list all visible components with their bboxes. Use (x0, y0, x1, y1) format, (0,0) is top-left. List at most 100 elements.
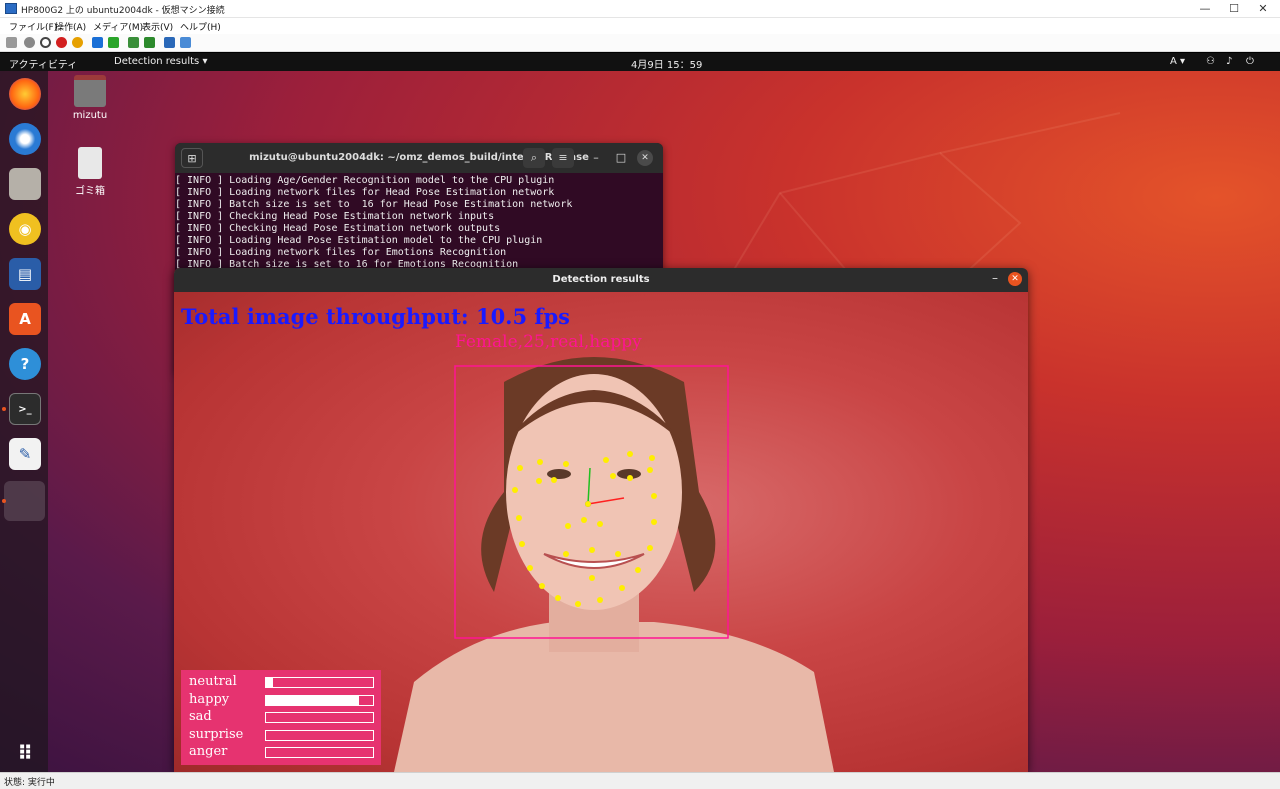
input-method-menu[interactable]: A ▾ (1170, 56, 1185, 67)
text-editor-icon[interactable]: ✎ (9, 438, 41, 470)
start-icon[interactable] (24, 37, 35, 48)
ctrl-alt-del-icon[interactable] (6, 37, 17, 48)
terminal-icon[interactable]: >_ (9, 393, 41, 425)
head-pose-x-axis (587, 497, 625, 505)
host-window-title: HP800G2 上の ubuntu2004dk - 仮想マシン接続 (21, 6, 225, 16)
terminal-line: [ INFO ] Loading network files for Emoti… (175, 247, 507, 258)
face-attributes-label: Female,25,real,happy (455, 332, 642, 352)
emotion-bar (265, 712, 374, 723)
save-icon[interactable] (72, 37, 83, 48)
emotion-bar (265, 730, 374, 741)
head-pose-y-axis (587, 467, 591, 505)
landmark-point (519, 541, 525, 547)
landmark-point (627, 451, 633, 457)
landmark-point (512, 487, 518, 493)
help-icon[interactable]: ? (9, 348, 41, 380)
maximize-button[interactable]: □ (610, 148, 632, 168)
landmark-point (597, 597, 603, 603)
clock[interactable]: 4月9日 15：59 (631, 56, 702, 71)
menu-file[interactable]: ファイル(F) (9, 20, 57, 33)
emotion-row-anger: anger (189, 744, 379, 761)
enhanced-session-icon[interactable] (164, 37, 175, 48)
gnome-topbar: アクティビティ Detection results ▾ 4月9日 15：59 A… (0, 53, 1280, 71)
running-indicator (2, 407, 6, 411)
emotion-panel: neutral happy sad surprise anger (181, 670, 381, 765)
network-icon[interactable]: ⚇ (1206, 56, 1215, 67)
landmark-point (517, 465, 523, 471)
close-button[interactable]: ✕ (1008, 272, 1022, 286)
search-icon[interactable]: ⌕ (523, 148, 545, 168)
landmark-point (551, 477, 557, 483)
terminal-titlebar[interactable]: ⊞ mizutu@ubuntu2004dk: ~/omz_demos_build… (175, 143, 663, 173)
landmark-point (563, 551, 569, 557)
desktop-home-folder[interactable]: mizutu (60, 75, 120, 121)
stop-icon[interactable] (40, 37, 51, 48)
share-icon[interactable] (180, 37, 191, 48)
emotion-label: surprise (189, 727, 244, 742)
host-menubar: ファイル(F) 操作(A) メディア(M) 表示(V) ヘルプ(H) (0, 18, 1280, 34)
terminal-line: [ INFO ] Loading network files for Head … (175, 187, 555, 198)
menu-help[interactable]: ヘルプ(H) (180, 20, 221, 33)
emotion-row-happy: happy (189, 692, 379, 709)
files-icon[interactable] (9, 168, 41, 200)
landmark-point (619, 585, 625, 591)
close-button[interactable]: ✕ (1246, 0, 1280, 18)
vm-connect-icon (5, 3, 17, 14)
landmark-point (647, 545, 653, 551)
detection-app-icon[interactable] (4, 481, 45, 521)
landmark-point (516, 515, 522, 521)
terminal-line: [ INFO ] Checking Head Pose Estimation n… (175, 211, 495, 222)
thunderbird-icon[interactable] (9, 123, 41, 155)
writer-icon[interactable]: ▤ (9, 258, 41, 290)
app-menu[interactable]: Detection results ▾ (114, 56, 207, 67)
host-statusbar: 状態: 実行中 (0, 772, 1280, 789)
emotion-row-neutral: neutral (189, 674, 379, 691)
emotion-label: neutral (189, 674, 237, 689)
show-apps-icon[interactable]: ⠿ (9, 737, 41, 769)
menu-view[interactable]: 表示(V) (142, 20, 173, 33)
activities-button[interactable]: アクティビティ (9, 56, 77, 71)
emotion-bar (265, 677, 374, 688)
landmark-point (555, 595, 561, 601)
rhythmbox-icon[interactable]: ◉ (9, 213, 41, 245)
detection-window[interactable]: Detection results – ✕ Total image throug… (174, 268, 1028, 772)
resume-icon[interactable] (108, 37, 119, 48)
landmark-point (537, 459, 543, 465)
pause-icon[interactable] (92, 37, 103, 48)
terminal-line: [ INFO ] Batch size is set to 16 for Hea… (175, 199, 573, 210)
throughput-label: Total image throughput: 10.5 fps (181, 304, 570, 329)
terminal-line: [ INFO ] Loading Age/Gender Recognition … (175, 175, 555, 186)
face-bounding-box (454, 365, 729, 639)
terminal-line: [ INFO ] Checking Head Pose Estimation n… (175, 223, 501, 234)
emotion-row-sad: sad (189, 709, 379, 726)
landmark-point (539, 583, 545, 589)
minimize-button[interactable]: – (992, 271, 998, 285)
menu-media[interactable]: メディア(M) (93, 20, 143, 33)
shutdown-icon[interactable] (56, 37, 67, 48)
landmark-point (581, 517, 587, 523)
landmark-point (651, 493, 657, 499)
desktop-icon-label: mizutu (72, 110, 108, 121)
software-icon[interactable]: A (9, 303, 41, 335)
landmark-point (589, 547, 595, 553)
minimize-button[interactable]: – (585, 148, 607, 168)
landmark-point (536, 478, 542, 484)
firefox-icon[interactable] (9, 78, 41, 110)
power-icon[interactable]: ⏻ (1246, 56, 1254, 67)
desktop-trash[interactable]: ゴミ箱 (60, 147, 120, 197)
menu-action[interactable]: 操作(A) (55, 20, 86, 33)
detection-titlebar[interactable]: Detection results – ✕ (174, 268, 1028, 292)
volume-icon[interactable]: ♪ (1226, 56, 1232, 67)
close-button[interactable]: ✕ (637, 150, 653, 166)
landmark-point (615, 551, 621, 557)
hamburger-menu-icon[interactable]: ≡ (552, 148, 574, 168)
checkpoint-icon[interactable] (128, 37, 139, 48)
dock: ◉ ▤ A ? >_ ✎ ⠿ (0, 71, 48, 772)
home-folder-icon (74, 75, 106, 107)
revert-icon[interactable] (144, 37, 155, 48)
emotion-label: anger (189, 744, 228, 759)
emotion-bar (265, 747, 374, 758)
landmark-point (627, 475, 633, 481)
emotion-bar (265, 695, 374, 706)
landmark-point (651, 519, 657, 525)
